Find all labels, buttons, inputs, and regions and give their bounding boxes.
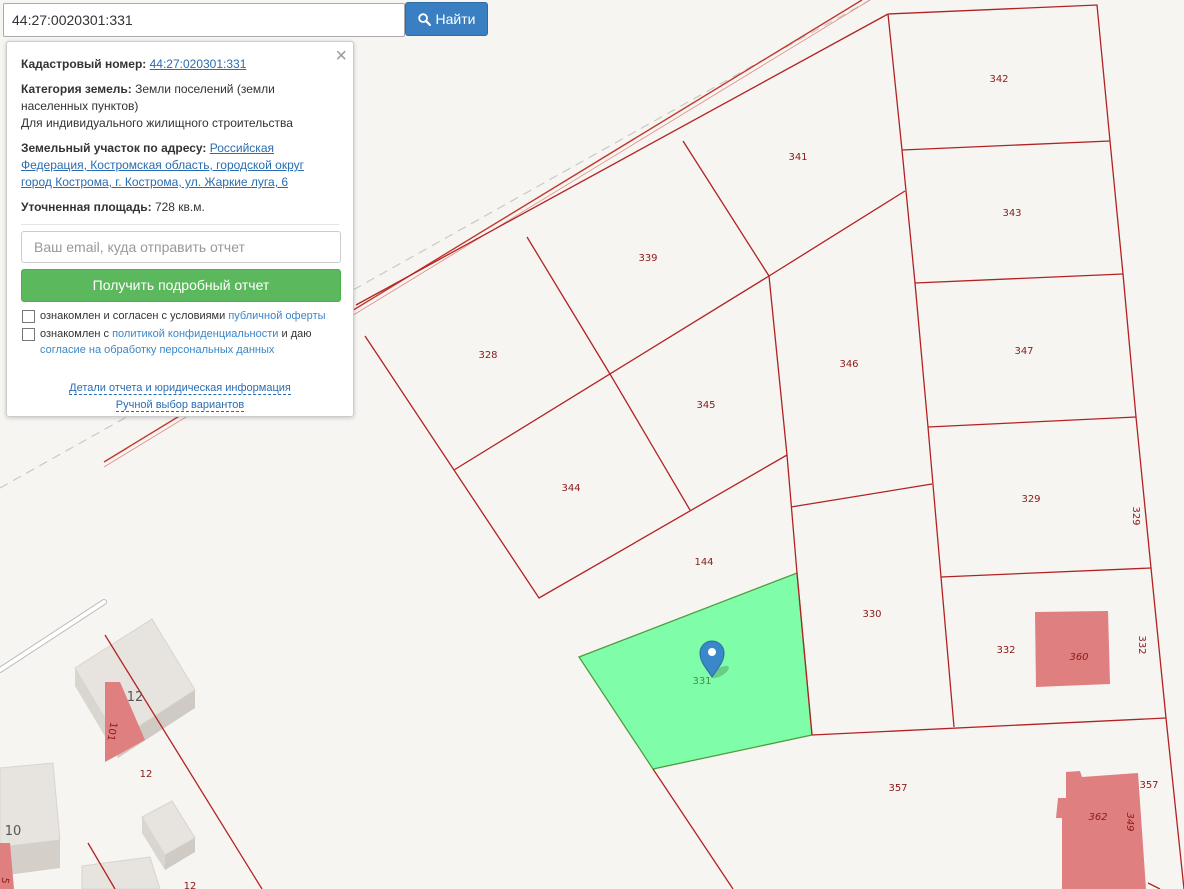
- parcel-label-12: 12: [140, 769, 153, 780]
- personal-data-consent-link[interactable]: согласие на обработку персональных данны…: [40, 344, 274, 356]
- parcel-label-329-edge: 329: [1130, 506, 1141, 525]
- get-report-button-label: Получить подробный отчет: [92, 277, 270, 293]
- parcel-label-332: 332: [996, 645, 1015, 656]
- privacy-policy-link[interactable]: политикой конфиденциальности: [112, 328, 278, 340]
- land-category-label: Категория земель:: [21, 82, 132, 96]
- parcel-label-144: 144: [694, 557, 713, 568]
- consent-privacy-text-a: ознакомлен с: [40, 328, 110, 340]
- cadastral-number-link[interactable]: 44:27:020301:331: [150, 57, 247, 71]
- parcel-label-347: 347: [1014, 346, 1033, 357]
- close-icon[interactable]: ×: [335, 46, 347, 66]
- search-button[interactable]: Найти: [405, 2, 488, 36]
- parcel-label-12-bottom: 12: [184, 881, 197, 889]
- email-field[interactable]: Ваш email, куда отправить отчет: [21, 231, 341, 263]
- consent-offer-row: ознакомлен и согласен с условиями публич…: [21, 308, 339, 324]
- address-link-part3[interactable]: город Кострома, г. Кострома, ул. Жаркие …: [21, 175, 288, 189]
- permitted-use-value: Для индивидуального жилищного строительс…: [21, 116, 293, 130]
- email-placeholder: Ваш email, куда отправить отчет: [34, 238, 245, 255]
- parcel-label-346: 346: [839, 359, 858, 370]
- cadastral-number-row: Кадастровый номер: 44:27:020301:331: [21, 56, 339, 73]
- address-label: Земельный участок по адресу:: [21, 141, 207, 155]
- panel-footer-links: Детали отчета и юридическая информация Р…: [21, 380, 339, 414]
- get-report-button[interactable]: Получить подробный отчет: [21, 269, 341, 302]
- cadastral-search-input[interactable]: [3, 3, 405, 37]
- parcel-label-349: 349: [1124, 812, 1135, 831]
- parcel-label-357-edge: 357: [1139, 780, 1158, 791]
- parcel-label-329: 329: [1021, 494, 1040, 505]
- parcel-label-331: 331: [692, 676, 711, 687]
- consent-privacy-text-b: и даю: [281, 328, 312, 340]
- building-360: [1035, 611, 1110, 687]
- report-details-link[interactable]: Детали отчета и юридическая информация: [69, 382, 291, 395]
- parcel-label-357: 357: [888, 783, 907, 794]
- address-link-part2[interactable]: Федерация, Костромская область, городско…: [21, 158, 304, 172]
- area-label: Уточненная площадь:: [21, 200, 152, 214]
- manual-selection-link[interactable]: Ручной выбор вариантов: [115, 399, 245, 412]
- building-label-12: 12: [127, 690, 144, 705]
- address-link-part1[interactable]: Российская: [210, 141, 274, 155]
- parcel-label-332-edge: 332: [1136, 635, 1147, 654]
- area-value: 728 кв.м.: [154, 200, 205, 214]
- search-icon: [417, 12, 431, 26]
- area-row: Уточненная площадь: 728 кв.м.: [21, 199, 339, 216]
- public-offer-link[interactable]: публичной оферты: [228, 310, 325, 322]
- land-category-row: Категория земель: Земли поселений (земли…: [21, 81, 339, 132]
- parcel-label-345: 345: [696, 400, 715, 411]
- consent-offer-checkbox[interactable]: [22, 310, 35, 323]
- panel-divider: [21, 224, 339, 225]
- parcel-info-panel: × Кадастровый номер: 44:27:020301:331 Ка…: [6, 41, 354, 417]
- search-button-label: Найти: [435, 11, 476, 27]
- parcel-label-343: 343: [1002, 208, 1021, 219]
- consent-privacy-checkbox[interactable]: [22, 328, 35, 341]
- cadastral-number-label: Кадастровый номер:: [21, 57, 147, 71]
- parcel-label-362: 362: [1088, 812, 1107, 823]
- parcel-label-339: 339: [638, 253, 657, 264]
- parcel-label-330: 330: [862, 609, 881, 620]
- address-row: Земельный участок по адресу: Российская …: [21, 140, 339, 191]
- building-label-10: 10: [5, 824, 22, 839]
- land-category-value-cont: населенных пунктов): [21, 99, 139, 113]
- parcel-label-360: 360: [1069, 652, 1088, 663]
- parcel-label-328: 328: [478, 350, 497, 361]
- parcel-label-342: 342: [989, 74, 1008, 85]
- land-category-value: Земли поселений (земли: [135, 82, 275, 96]
- consent-privacy-row: ознакомлен с политикой конфиденциальност…: [21, 326, 339, 358]
- parcel-label-344: 344: [561, 483, 580, 494]
- parcel-label-341: 341: [788, 152, 807, 163]
- consent-offer-text: ознакомлен и согласен с условиями: [40, 310, 226, 322]
